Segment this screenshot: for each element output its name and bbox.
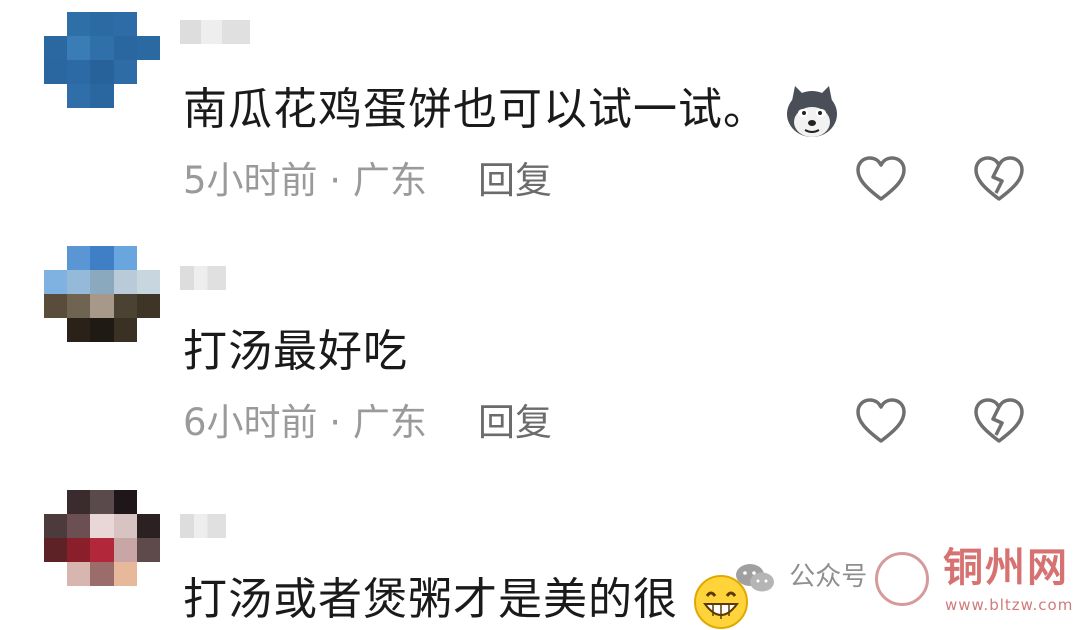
seal-icon xyxy=(875,552,929,606)
reply-button[interactable]: 回复 xyxy=(478,404,552,441)
like-heart-icon[interactable] xyxy=(855,155,907,203)
comment-item: 打汤最好吃 6小时前 · 广东 回复 xyxy=(0,210,1080,460)
comment-text: 南瓜花鸡蛋饼也可以试一试。 xyxy=(183,84,841,140)
comment-meta: 5小时前 · 广东 xyxy=(183,159,427,202)
site-logo: 铜州网 www.bltzw.com xyxy=(875,548,1075,618)
avatar[interactable] xyxy=(44,12,160,108)
husky-dog-emoji-icon xyxy=(787,86,837,137)
wechat-icon xyxy=(736,563,774,591)
comment-item: 南瓜花鸡蛋饼也可以试一试。 5小时前 · 广东 回复 xyxy=(0,0,1080,210)
comment-text: 打汤或者煲粥才是美的很 xyxy=(183,574,749,630)
avatar[interactable] xyxy=(44,490,160,586)
site-url: www.bltzw.com xyxy=(945,596,1074,614)
wechat-watermark: 公众号 xyxy=(735,556,867,594)
avatar[interactable] xyxy=(44,246,160,342)
dislike-broken-heart-icon[interactable] xyxy=(973,155,1025,203)
like-heart-icon[interactable] xyxy=(855,397,907,445)
comment-meta: 6小时前 · 广东 xyxy=(183,401,427,444)
watermark-label: 公众号 xyxy=(789,562,868,592)
username-blurred[interactable] xyxy=(180,266,226,290)
site-title: 铜州网 xyxy=(943,544,1069,591)
reply-button[interactable]: 回复 xyxy=(478,162,552,199)
comment-text: 打汤最好吃 xyxy=(183,326,408,377)
dislike-broken-heart-icon[interactable] xyxy=(973,397,1025,445)
username-blurred[interactable] xyxy=(180,514,226,538)
username-blurred[interactable] xyxy=(180,20,250,44)
